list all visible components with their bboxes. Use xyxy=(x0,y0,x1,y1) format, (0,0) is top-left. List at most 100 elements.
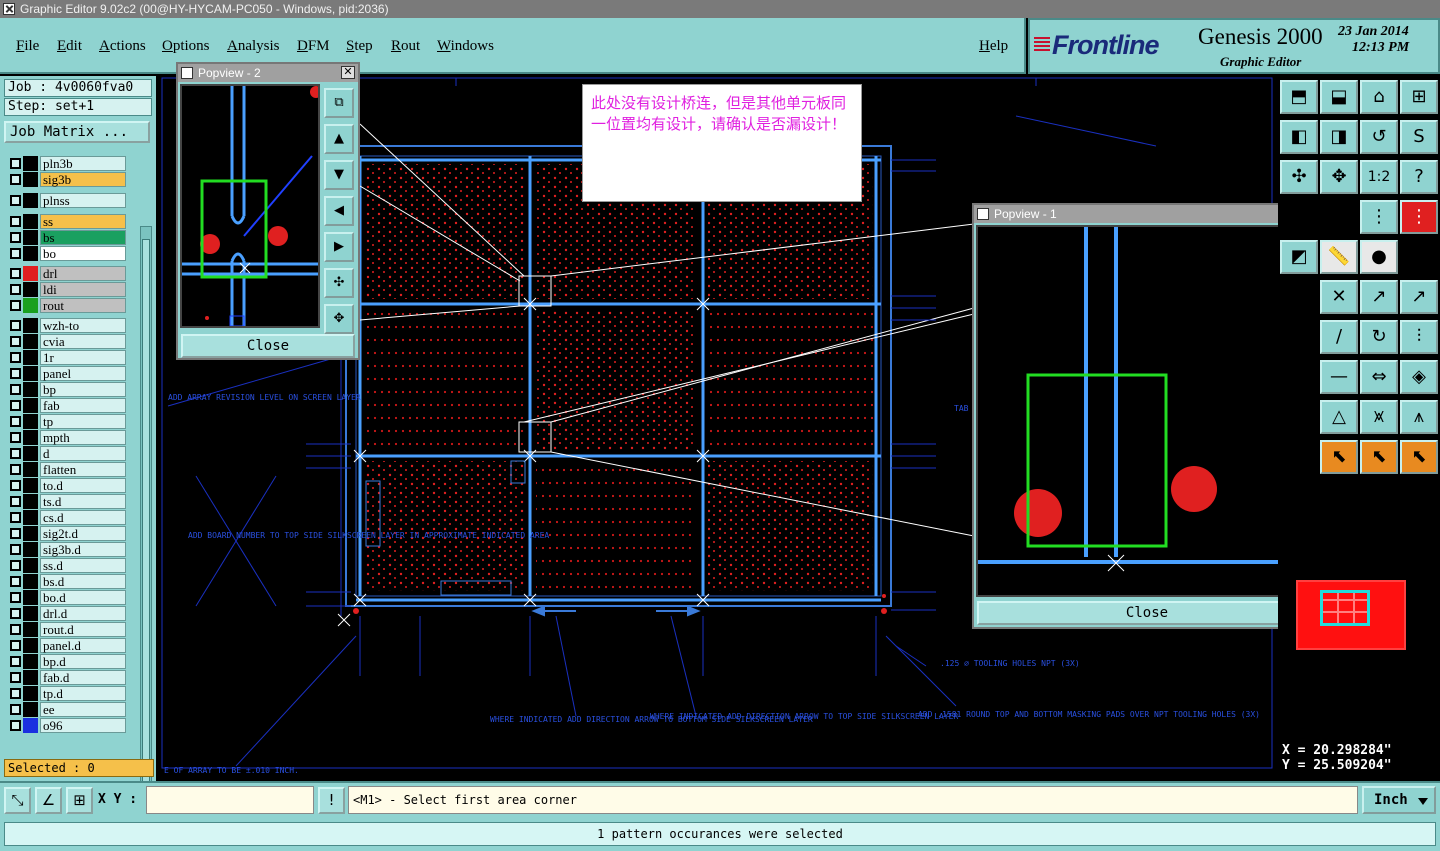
menu-windows[interactable]: Windows xyxy=(437,38,494,55)
zoom-home-icon[interactable]: ⧉ xyxy=(324,88,354,118)
layer-checkbox[interactable] xyxy=(10,300,21,311)
layer-checkbox[interactable] xyxy=(10,416,21,427)
panel-minimap[interactable] xyxy=(1296,580,1406,650)
layer-color-swatch[interactable] xyxy=(23,414,38,429)
shapes-icon[interactable]: ◈ xyxy=(1400,360,1438,394)
pad-icon[interactable]: ● xyxy=(1360,240,1398,274)
layer-row[interactable]: plnss xyxy=(4,193,126,208)
grid-icon[interactable]: ⊞ xyxy=(66,787,93,814)
layer-checkbox[interactable] xyxy=(10,384,21,395)
layer-row[interactable]: rout.d xyxy=(4,622,126,637)
layer-name[interactable]: ldi xyxy=(40,282,126,297)
layer-color-swatch[interactable] xyxy=(23,230,38,245)
layer-row[interactable]: panel xyxy=(4,366,126,381)
layer-color-swatch[interactable] xyxy=(23,510,38,525)
help-icon[interactable]: ? xyxy=(1400,160,1438,194)
layer-color-swatch[interactable] xyxy=(23,494,38,509)
snap-icon[interactable]: ⬉ xyxy=(1400,440,1438,474)
layer-checkbox[interactable] xyxy=(10,704,21,715)
layer-row[interactable]: tp xyxy=(4,414,126,429)
layer-row[interactable]: rout xyxy=(4,298,126,313)
layer-feature-icon[interactable]: ⋮ xyxy=(1360,200,1398,234)
layer-row[interactable]: pln3b xyxy=(4,156,126,171)
zoom-out-icon[interactable]: ✥ xyxy=(324,304,354,334)
menu-file[interactable]: File xyxy=(16,38,39,55)
pan-left-icon[interactable]: ◀ xyxy=(324,196,354,226)
layer-color-swatch[interactable] xyxy=(23,574,38,589)
menu-step[interactable]: Step xyxy=(346,38,373,55)
layer-row[interactable]: sig2t.d xyxy=(4,526,126,541)
layer-name[interactable]: flatten xyxy=(40,462,126,477)
layer-color-swatch[interactable] xyxy=(23,462,38,477)
layer-name[interactable]: mpth xyxy=(40,430,126,445)
layer-row[interactable]: ss.d xyxy=(4,558,126,573)
layer-name[interactable]: ee xyxy=(40,702,126,717)
layer-color-swatch[interactable] xyxy=(23,702,38,717)
layer-color-swatch[interactable] xyxy=(23,350,38,365)
zoom-bottom-icon[interactable]: ⬓ xyxy=(1320,80,1358,114)
menu-help[interactable]: Help xyxy=(979,38,1008,55)
layer-row[interactable]: drl.d xyxy=(4,606,126,621)
layer-color-swatch[interactable] xyxy=(23,282,38,297)
layer-name[interactable]: plnss xyxy=(40,193,126,208)
layer-row[interactable]: tp.d xyxy=(4,686,126,701)
layer-color-swatch[interactable] xyxy=(23,193,38,208)
layer-row[interactable]: cvia xyxy=(4,334,126,349)
layer-name[interactable]: cs.d xyxy=(40,510,126,525)
text-icon[interactable]: ⫶ xyxy=(1400,320,1438,354)
layer-checkbox[interactable] xyxy=(10,448,21,459)
popview-2-close-button[interactable]: Close xyxy=(181,334,355,358)
layer-row[interactable]: ss xyxy=(4,214,126,229)
slot-icon[interactable]: ⩚ xyxy=(1400,400,1438,434)
job-matrix-button[interactable]: Job Matrix ... xyxy=(4,121,150,143)
layer-checkbox[interactable] xyxy=(10,544,21,555)
layer-color-swatch[interactable] xyxy=(23,246,38,261)
layer-name[interactable]: tp xyxy=(40,414,126,429)
split-view-icon[interactable]: ⊞ xyxy=(1400,80,1438,114)
layer-color-swatch[interactable] xyxy=(23,718,38,733)
measure-ruler-icon[interactable]: 📏 xyxy=(1320,240,1358,274)
layer-name[interactable]: fab xyxy=(40,398,126,413)
layer-color-swatch[interactable] xyxy=(23,398,38,413)
layer-name[interactable]: drl xyxy=(40,266,126,281)
layer-name[interactable]: o96 xyxy=(40,718,126,733)
layer-name[interactable]: fab.d xyxy=(40,670,126,685)
layer-row[interactable]: bp.d xyxy=(4,654,126,669)
layer-name[interactable]: rout.d xyxy=(40,622,126,637)
layer-row[interactable]: bs.d xyxy=(4,574,126,589)
layer-checkbox[interactable] xyxy=(10,336,21,347)
triangle-icon[interactable]: △ xyxy=(1320,400,1358,434)
layer-name[interactable]: ss.d xyxy=(40,558,126,573)
layer-name[interactable]: panel.d xyxy=(40,638,126,653)
layer-scrollbar[interactable] xyxy=(140,226,152,831)
layer-checkbox[interactable] xyxy=(10,232,21,243)
layer-color-swatch[interactable] xyxy=(23,430,38,445)
layer-checkbox[interactable] xyxy=(10,720,21,731)
layer-checkbox[interactable] xyxy=(10,688,21,699)
layer-checkbox[interactable] xyxy=(10,496,21,507)
zoom-back-icon[interactable]: ↺ xyxy=(1360,120,1398,154)
layer-name[interactable]: bp.d xyxy=(40,654,126,669)
layer-name[interactable]: rout xyxy=(40,298,126,313)
zoom-fit-icon[interactable]: ✣ xyxy=(324,268,354,298)
layer-row[interactable]: panel.d xyxy=(4,638,126,653)
layer-name[interactable]: bp xyxy=(40,382,126,397)
close-icon[interactable]: ✕ xyxy=(341,66,355,79)
home-icon[interactable]: ⌂ xyxy=(1360,80,1398,114)
layer-name[interactable]: bo.d xyxy=(40,590,126,605)
warning-icon[interactable]: ! xyxy=(318,787,345,814)
menu-analysis[interactable]: Analysis xyxy=(227,38,280,55)
pan-right-icon[interactable]: ▶ xyxy=(324,232,354,262)
pan-up-icon[interactable]: ▲ xyxy=(324,124,354,154)
layer-color-swatch[interactable] xyxy=(23,382,38,397)
layer-name[interactable]: to.d xyxy=(40,478,126,493)
layer-checkbox[interactable] xyxy=(10,268,21,279)
zoom-left-icon[interactable]: ◧ xyxy=(1280,120,1318,154)
popview-1-view[interactable] xyxy=(976,225,1282,597)
layer-row[interactable]: flatten xyxy=(4,462,126,477)
popview-2-view[interactable] xyxy=(180,84,320,328)
layer-name[interactable]: sig3b xyxy=(40,172,126,187)
layer-row[interactable]: wzh-to xyxy=(4,318,126,333)
layer-checkbox[interactable] xyxy=(10,560,21,571)
layer-row[interactable]: ldi xyxy=(4,282,126,297)
